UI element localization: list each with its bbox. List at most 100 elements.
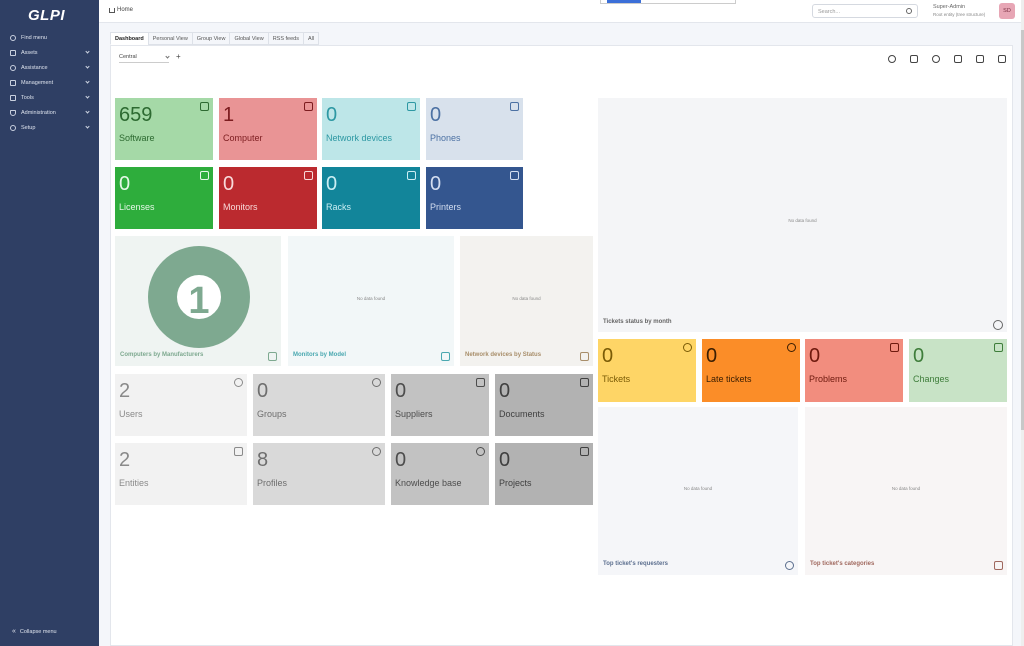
- card-value: 0: [395, 380, 407, 402]
- tab-group-view[interactable]: Group View: [191, 32, 231, 45]
- card-label: Projects: [499, 478, 532, 488]
- edit-icon[interactable]: [976, 55, 984, 63]
- server-icon: [407, 171, 416, 180]
- edit-icon: [268, 352, 277, 361]
- donut-value: 1: [188, 280, 210, 322]
- dolly-icon: [476, 378, 485, 387]
- alert-circle-icon: [993, 320, 1003, 330]
- card-problems[interactable]: 0 Problems: [805, 339, 903, 402]
- floating-toolbar-button[interactable]: [607, 0, 641, 3]
- widget-monitors-by-model[interactable]: No data found Monitors by Model: [288, 236, 454, 366]
- dashboard-toolbar: [888, 55, 1006, 63]
- widget-title: Top ticket's categories: [810, 561, 875, 567]
- card-suppliers[interactable]: 0 Suppliers: [391, 374, 489, 436]
- sidebar-item-administration[interactable]: Administration: [0, 105, 99, 120]
- app-logo[interactable]: GLPI: [28, 7, 65, 24]
- floating-toolbar: [600, 0, 736, 4]
- card-knowledge-base[interactable]: 0 Knowledge base: [391, 443, 489, 505]
- card-projects[interactable]: 0 Projects: [495, 443, 593, 505]
- collapse-menu-button[interactable]: «Collapse menu: [12, 628, 57, 635]
- card-tickets[interactable]: 0 Tickets: [598, 339, 696, 402]
- widget-network-by-status[interactable]: No data found Network devices by Status: [460, 236, 593, 366]
- sidebar-item-management[interactable]: Management: [0, 75, 99, 90]
- trash-icon[interactable]: [954, 55, 962, 63]
- card-label: Profiles: [257, 478, 288, 488]
- columns-icon: [580, 447, 589, 456]
- card-value: 0: [326, 173, 338, 195]
- card-label: Changes: [913, 374, 950, 384]
- phone-icon: [510, 102, 519, 111]
- card-label: Suppliers: [395, 409, 433, 419]
- tab-personal-view[interactable]: Personal View: [147, 32, 193, 45]
- fullscreen-icon[interactable]: [998, 55, 1006, 63]
- widget-computers-by-manufacturer[interactable]: 1 Computers by Manufacturers: [115, 236, 281, 366]
- chevron-down-icon: [85, 94, 90, 99]
- network-icon: [407, 102, 416, 111]
- card-label: Licenses: [119, 202, 155, 212]
- clone-icon[interactable]: [910, 55, 918, 63]
- card-monitors[interactable]: 0 Monitors: [219, 167, 317, 229]
- share-icon[interactable]: [932, 55, 940, 63]
- widget-top-requesters[interactable]: No data found Top ticket's requesters: [598, 407, 798, 575]
- card-printers[interactable]: 0 Printers: [426, 167, 523, 229]
- card-value: 0: [499, 380, 511, 402]
- card-computer[interactable]: 1 Computer: [219, 98, 317, 160]
- sitemap-icon: [580, 352, 589, 361]
- card-users[interactable]: 2 Users: [115, 374, 247, 436]
- user-menu[interactable]: Super-Admin Root entity (tree structure): [933, 4, 985, 18]
- no-data-message: No data found: [683, 486, 713, 491]
- sidebar-item-label: Assistance: [21, 64, 48, 71]
- widget-top-categories[interactable]: No data found Top ticket's categories: [805, 407, 1007, 575]
- history-icon[interactable]: [888, 55, 896, 63]
- card-phones[interactable]: 0 Phones: [426, 98, 523, 160]
- tab-global-view[interactable]: Global View: [229, 32, 269, 45]
- card-label: Problems: [809, 374, 848, 384]
- add-dashboard-button[interactable]: +: [176, 52, 181, 61]
- card-groups[interactable]: 0 Groups: [253, 374, 385, 436]
- tab-rss-feeds[interactable]: RSS feeds: [267, 32, 304, 45]
- key-icon: [200, 171, 209, 180]
- no-data-message: No data found: [891, 486, 921, 491]
- tab-dashboard[interactable]: Dashboard: [110, 32, 149, 45]
- card-value: 0: [223, 173, 235, 195]
- card-software[interactable]: 659 Software: [115, 98, 213, 160]
- card-label: Computer: [223, 133, 263, 143]
- no-data-message: No data found: [356, 296, 386, 301]
- search-input[interactable]: Search...: [812, 4, 918, 18]
- widget-title: Monitors by Model: [293, 352, 346, 358]
- card-value: 0: [602, 345, 614, 367]
- card-documents[interactable]: 0 Documents: [495, 374, 593, 436]
- sidebar-item-find-menu[interactable]: Find menu: [0, 30, 99, 45]
- card-value: 2: [119, 449, 131, 471]
- card-value: 1: [223, 104, 235, 126]
- card-value: 8: [257, 449, 269, 471]
- sidebar-item-tools[interactable]: Tools: [0, 90, 99, 105]
- card-racks[interactable]: 0 Racks: [322, 167, 420, 229]
- card-label: Groups: [257, 409, 287, 419]
- card-licenses[interactable]: 0 Licenses: [115, 167, 213, 229]
- card-late-tickets[interactable]: 0 Late tickets: [702, 339, 800, 402]
- breadcrumb[interactable]: Home: [109, 7, 133, 13]
- clock-icon: [787, 343, 796, 352]
- printer-icon: [510, 171, 519, 180]
- card-network-devices[interactable]: 0 Network devices: [322, 98, 420, 160]
- breadcrumb-home[interactable]: Home: [117, 7, 133, 13]
- card-label: Knowledge base: [395, 478, 462, 488]
- sidebar-item-assistance[interactable]: Assistance: [0, 60, 99, 75]
- card-value: 0: [326, 104, 338, 126]
- card-value: 0: [119, 173, 131, 195]
- donut-chart[interactable]: 1: [148, 246, 250, 348]
- collapse-menu-label: Collapse menu: [19, 628, 57, 635]
- chevron-down-icon: [85, 109, 90, 114]
- card-changes[interactable]: 0 Changes: [909, 339, 1007, 402]
- search-icon[interactable]: [906, 8, 912, 14]
- dashboard-selector[interactable]: Central: [119, 54, 170, 63]
- sidebar-item-assets[interactable]: Assets: [0, 45, 99, 60]
- wallet-icon: [10, 79, 16, 86]
- avatar[interactable]: SD: [999, 3, 1015, 19]
- card-entities[interactable]: 2 Entities: [115, 443, 247, 505]
- tab-all[interactable]: All: [302, 32, 320, 45]
- card-profiles[interactable]: 8 Profiles: [253, 443, 385, 505]
- widget-tickets-status-by-month[interactable]: No data found Tickets status by month: [598, 98, 1007, 332]
- sidebar-item-setup[interactable]: Setup: [0, 120, 99, 135]
